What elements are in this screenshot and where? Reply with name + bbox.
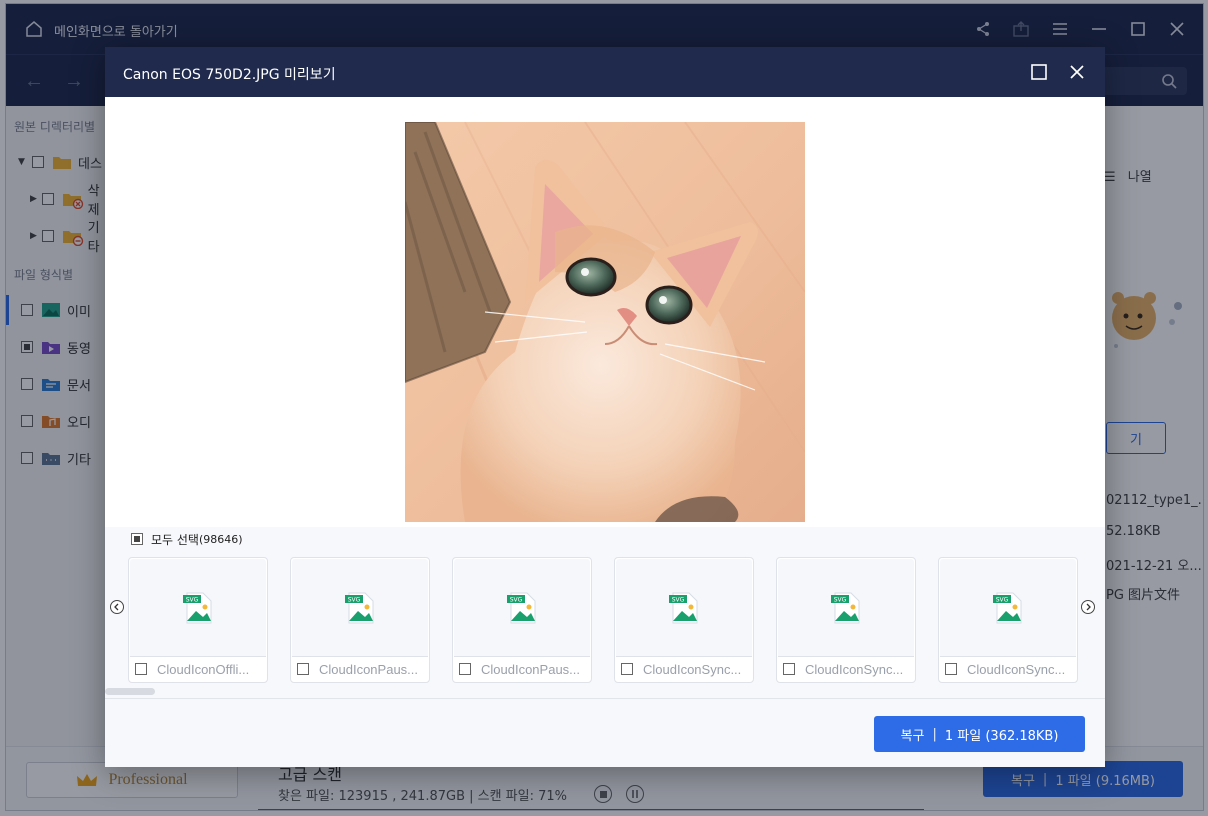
select-all-checkbox[interactable]: 모두 선택 (98646) [131, 531, 243, 547]
svg-text:SVG: SVG [996, 596, 1009, 603]
thumbnail-footer: CloudIconPaus... [297, 660, 423, 678]
thumbnail-footer: CloudIconPaus... [459, 660, 585, 678]
dialog-footer: 복구 | 1 파일 (362.18KB) [105, 698, 1105, 767]
checkbox[interactable] [459, 663, 471, 675]
svg-file-icon: SVG [454, 559, 590, 657]
checkbox[interactable] [945, 663, 957, 675]
thumbnail-card[interactable]: SVG CloudIconOffli... [128, 557, 268, 683]
svg-text:SVG: SVG [348, 596, 361, 603]
kitten-photo [405, 122, 805, 522]
recover-label: 복구 [900, 728, 925, 744]
checkbox[interactable] [135, 663, 147, 675]
recover-detail: 1 파일 (362.18KB) [944, 728, 1059, 744]
thumbnail-footer: CloudIconSync... [945, 660, 1071, 678]
svg-file-icon: SVG [616, 559, 752, 657]
checkbox[interactable] [131, 533, 143, 545]
checkbox[interactable] [621, 663, 633, 675]
dialog-title: Canon EOS 750D2.JPG 미리보기 [123, 67, 336, 83]
next-thumbnail-button[interactable] [1081, 600, 1095, 614]
thumbnail-name: CloudIconPaus... [481, 661, 581, 677]
thumbnail-name: CloudIconSync... [643, 661, 742, 677]
thumbnail-card[interactable]: SVG CloudIconPaus... [290, 557, 430, 683]
svg-text:SVG: SVG [672, 596, 685, 603]
thumbnail-footer: CloudIconSync... [783, 660, 909, 678]
thumbnail-name: CloudIconOffli... [157, 661, 250, 677]
thumbnail-name: CloudIconSync... [805, 661, 904, 677]
dialog-header: Canon EOS 750D2.JPG 미리보기 [105, 47, 1105, 97]
svg-file-icon: SVG [778, 559, 914, 657]
select-all-count: (98646) [198, 532, 243, 546]
svg-text:SVG: SVG [510, 596, 523, 603]
select-all-label: 모두 선택 [151, 532, 199, 547]
thumbnail-card[interactable]: SVG CloudIconSync... [938, 557, 1078, 683]
checkbox[interactable] [783, 663, 795, 675]
separator: | [932, 726, 937, 742]
thumbnail-footer: CloudIconOffli... [135, 660, 261, 678]
thumbnail-card[interactable]: SVG CloudIconSync... [776, 557, 916, 683]
svg-text:SVG: SVG [834, 596, 847, 603]
thumbnail-card[interactable]: SVG CloudIconPaus... [452, 557, 592, 683]
previous-thumbnail-button[interactable] [110, 600, 124, 614]
horizontal-scrollbar[interactable] [105, 688, 155, 695]
checkbox[interactable] [297, 663, 309, 675]
maximize-icon[interactable] [1030, 63, 1048, 81]
close-icon[interactable] [1068, 63, 1086, 81]
chevron-right-icon [1086, 603, 1091, 611]
svg-file-icon: SVG [940, 559, 1076, 657]
preview-dialog: Canon EOS 750D2.JPG 미리보기 모두 선택 (98646) S… [105, 47, 1105, 767]
svg-text:SVG: SVG [186, 596, 199, 603]
thumbnail-card[interactable]: SVG CloudIconSync... [614, 557, 754, 683]
svg-file-icon: SVG [130, 559, 266, 657]
svg-file-icon: SVG [292, 559, 428, 657]
thumbnail-footer: CloudIconSync... [621, 660, 747, 678]
thumbnail-name: CloudIconPaus... [319, 661, 419, 677]
preview-area [105, 97, 1105, 527]
recover-button[interactable]: 복구 | 1 파일 (362.18KB) [874, 716, 1085, 752]
thumbnail-name: CloudIconSync... [967, 661, 1066, 677]
chevron-left-icon [114, 603, 119, 611]
